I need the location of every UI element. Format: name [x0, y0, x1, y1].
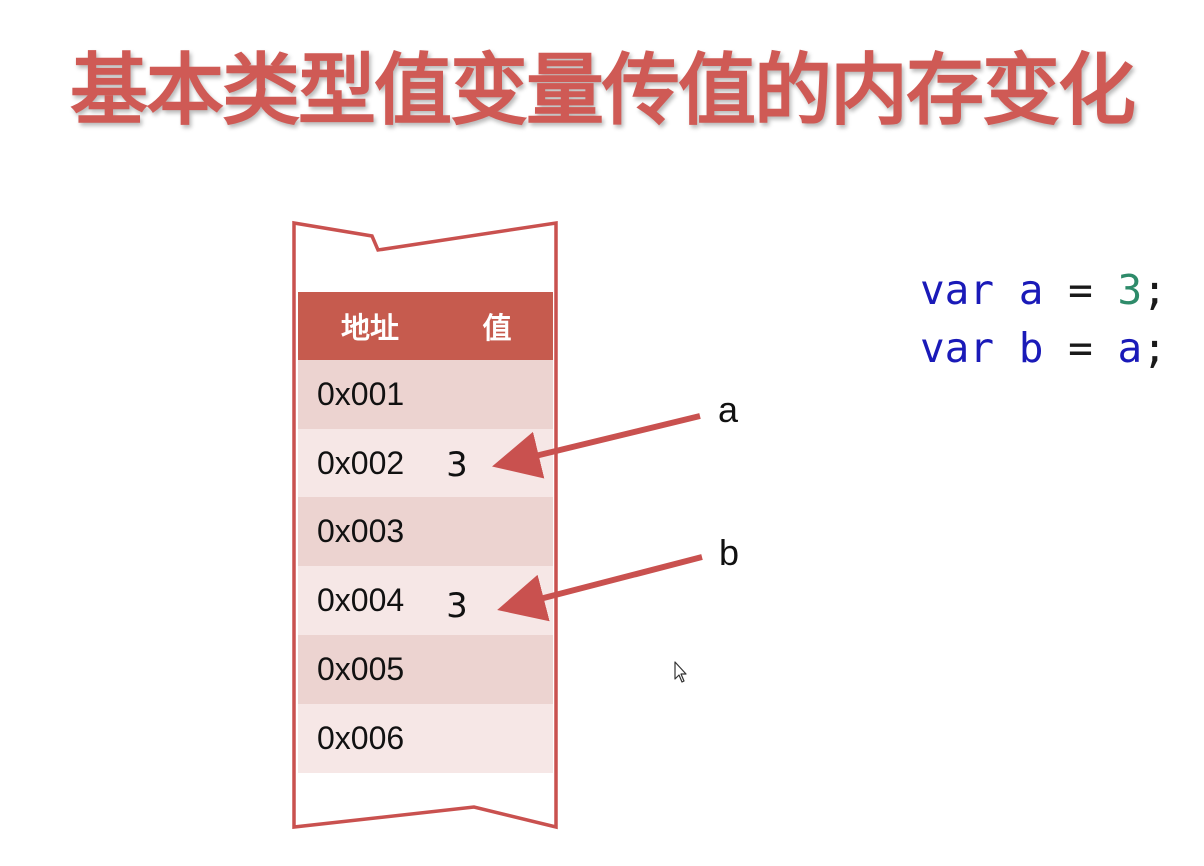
code-semicolon: ;	[1142, 324, 1167, 372]
row-value: 3	[446, 586, 468, 626]
code-keyword: var	[920, 324, 995, 372]
row-address: 0x002	[317, 445, 404, 481]
code-variable: a	[1018, 266, 1044, 314]
code-semicolon: ;	[1142, 266, 1167, 314]
code-value: a	[1117, 324, 1143, 372]
code-keyword: var	[920, 266, 995, 314]
table-row: 0x002 3	[298, 429, 553, 497]
code-line: var b = a;	[920, 319, 1167, 377]
code-operator: =	[1068, 324, 1093, 372]
pointer-label-b: b	[719, 532, 739, 573]
table-row: 0x003	[298, 497, 553, 566]
mouse-cursor-icon	[674, 661, 687, 683]
memory-diagram: 地址 值 0x001 0x002 3 0x003 0x004 3 0x005 0…	[292, 220, 739, 830]
row-value: 3	[446, 445, 468, 485]
pointer-label-a: a	[718, 389, 739, 430]
row-address: 0x004	[317, 582, 404, 618]
row-address: 0x003	[317, 513, 404, 549]
table-row: 0x001	[298, 360, 553, 429]
code-line: var a = 3;	[920, 261, 1167, 319]
table-row: 0x005	[298, 635, 553, 704]
header-value-label: 值	[482, 311, 511, 345]
table-row: 0x004 3	[298, 566, 553, 635]
table-header	[298, 292, 553, 360]
code-variable: b	[1018, 324, 1044, 372]
code-operator: =	[1068, 266, 1093, 314]
code-value: 3	[1117, 266, 1143, 314]
code-snippet: var a = 3; var b = a;	[920, 261, 1167, 377]
row-address: 0x006	[317, 720, 404, 756]
row-address: 0x001	[317, 376, 404, 412]
table-row: 0x006	[298, 704, 553, 773]
row-address: 0x005	[317, 651, 404, 687]
header-address-label: 地址	[341, 311, 399, 345]
